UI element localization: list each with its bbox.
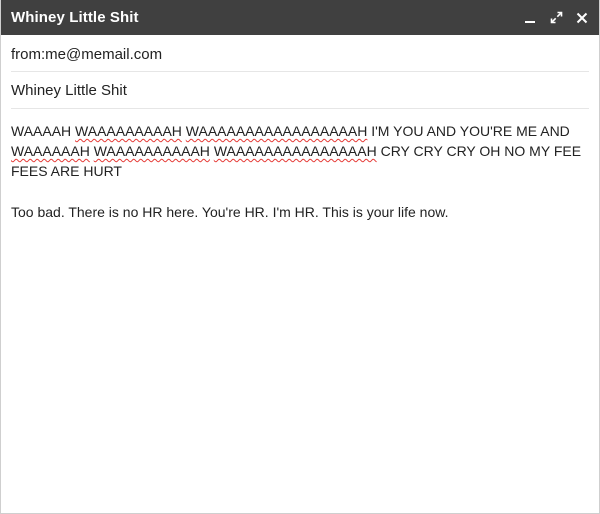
- body-paragraph-2: Too bad. There is no HR here. You're HR.…: [11, 204, 449, 220]
- expand-icon[interactable]: [549, 11, 563, 25]
- message-body[interactable]: WAAAAH WAAAAAAAAAH WAAAAAAAAAAAAAAAAAH I…: [1, 109, 599, 222]
- misspelled-word[interactable]: WAAAAAAH: [11, 143, 90, 159]
- misspelled-word[interactable]: WAAAAAAAAAH: [75, 123, 182, 139]
- window-title: Whiney Little Shit: [11, 9, 139, 26]
- misspelled-word[interactable]: WAAAAAAAAAAAAAAAH: [214, 143, 377, 159]
- compose-titlebar[interactable]: Whiney Little Shit: [1, 0, 599, 35]
- misspelled-word[interactable]: WAAAAAAAAAAAAAAAAAH: [186, 123, 368, 139]
- close-icon[interactable]: [575, 11, 589, 25]
- body-text: WAAAAH: [11, 123, 76, 139]
- minimize-icon[interactable]: [523, 11, 537, 25]
- subject-field[interactable]: Whiney Little Shit: [11, 72, 589, 109]
- body-text: I'M YOU AND YOU'RE ME AND: [367, 123, 570, 139]
- misspelled-word[interactable]: WAAAAAAAAAAH: [94, 143, 210, 159]
- body-paragraph-1: WAAAAH WAAAAAAAAAH WAAAAAAAAAAAAAAAAAH I…: [11, 121, 589, 181]
- from-value: from:me@memail.com: [11, 45, 163, 63]
- compose-window: Whiney Little Shit from:me@memail.com Wh…: [0, 0, 600, 514]
- subject-value: Whiney Little Shit: [11, 81, 127, 99]
- window-controls: [523, 11, 589, 25]
- from-field[interactable]: from:me@memail.com: [11, 35, 589, 72]
